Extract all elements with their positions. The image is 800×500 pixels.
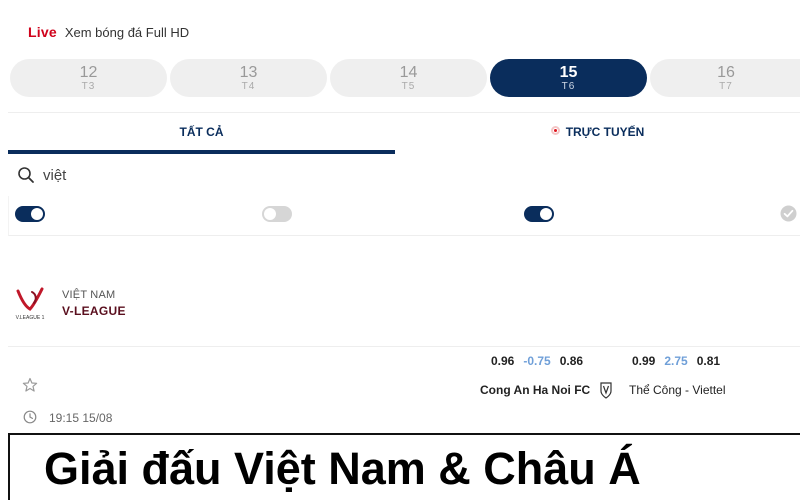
day-weekday: T6	[561, 81, 576, 92]
toggle-knob	[540, 208, 552, 220]
day-weekday: T3	[81, 81, 96, 92]
away-odds[interactable]: 0.99 2.75 0.81	[632, 354, 720, 368]
banner-title: Giải đấu Việt Nam & Châu Á	[44, 443, 641, 494]
day-tab-12[interactable]: 12 T3	[10, 59, 167, 97]
day-weekday: T7	[719, 81, 733, 92]
league-country: VIỆT NAM	[62, 289, 116, 301]
toggle-switch-3[interactable]	[524, 206, 554, 222]
day-tab-15[interactable]: 15 T6	[490, 59, 647, 97]
live-dot-icon	[550, 126, 560, 135]
odds-value: 0.81	[696, 354, 721, 368]
toggle-knob	[31, 208, 43, 220]
day-weekday: T4	[241, 81, 256, 92]
search-icon	[18, 167, 34, 183]
day-number: 16	[717, 64, 735, 81]
top-bar: Live Xem bóng đá Full HD	[28, 24, 189, 40]
check-circle-icon[interactable]	[780, 205, 797, 222]
divider	[8, 346, 800, 347]
day-tab-13[interactable]: 13 T4	[170, 59, 327, 97]
favorite-star-icon[interactable]	[22, 377, 38, 393]
league-logo-text: V.LEAGUE 1	[16, 315, 45, 321]
v-league-logo-icon: V.LEAGUE 1	[16, 287, 45, 321]
filter-tabs: TẤT CẢ TRỰC TUYẾN	[8, 114, 800, 154]
tab-online-label: TRỰC TUYẾN	[565, 125, 645, 139]
odds-value: 0.99	[632, 354, 656, 368]
clock-icon	[23, 410, 37, 424]
day-number: 15	[559, 64, 578, 81]
tab-online[interactable]: TRỰC TUYẾN	[395, 114, 800, 154]
day-tab-16[interactable]: 16 T7	[650, 59, 800, 97]
odds-value: 0.96	[491, 354, 515, 368]
day-number: 13	[239, 64, 258, 81]
tab-all-label: TẤT CẢ	[179, 125, 224, 139]
toggle-switch-1[interactable]	[15, 206, 45, 222]
tab-all[interactable]: TẤT CẢ	[8, 114, 395, 154]
day-tab-14[interactable]: 14 T5	[330, 59, 487, 97]
day-number: 14	[399, 64, 418, 81]
day-number: 12	[79, 64, 98, 81]
day-weekday: T5	[401, 81, 416, 92]
team-crest-icon	[600, 382, 612, 399]
odds-value: 0.86	[559, 354, 584, 368]
toggle-switch-2[interactable]	[262, 206, 292, 222]
away-team-name[interactable]: Thể Công - Viettel	[629, 383, 726, 397]
live-logo[interactable]: Live	[28, 24, 57, 40]
toggle-knob	[264, 208, 276, 220]
date-selector: 12 T3 13 T4 14 T5 15 T6 16 T7	[10, 59, 800, 97]
home-odds[interactable]: 0.96 -0.75 0.86	[491, 354, 583, 368]
league-header: V.LEAGUE 1 VIỆT NAM V-LEAGUE	[12, 285, 312, 325]
handicap-value: 2.75	[664, 354, 688, 368]
handicap-value: -0.75	[523, 354, 551, 368]
filter-toggles	[8, 196, 800, 236]
promo-banner: Giải đấu Việt Nam & Châu Á	[8, 433, 800, 500]
league-name[interactable]: V-LEAGUE	[62, 304, 126, 318]
tagline: Xem bóng đá Full HD	[64, 24, 190, 40]
search-input[interactable]	[43, 163, 743, 187]
search-bar	[8, 157, 800, 193]
home-team-name[interactable]: Cong An Ha Noi FC	[480, 383, 590, 397]
match-time: 19:15 15/08	[49, 411, 113, 425]
divider	[8, 112, 800, 113]
